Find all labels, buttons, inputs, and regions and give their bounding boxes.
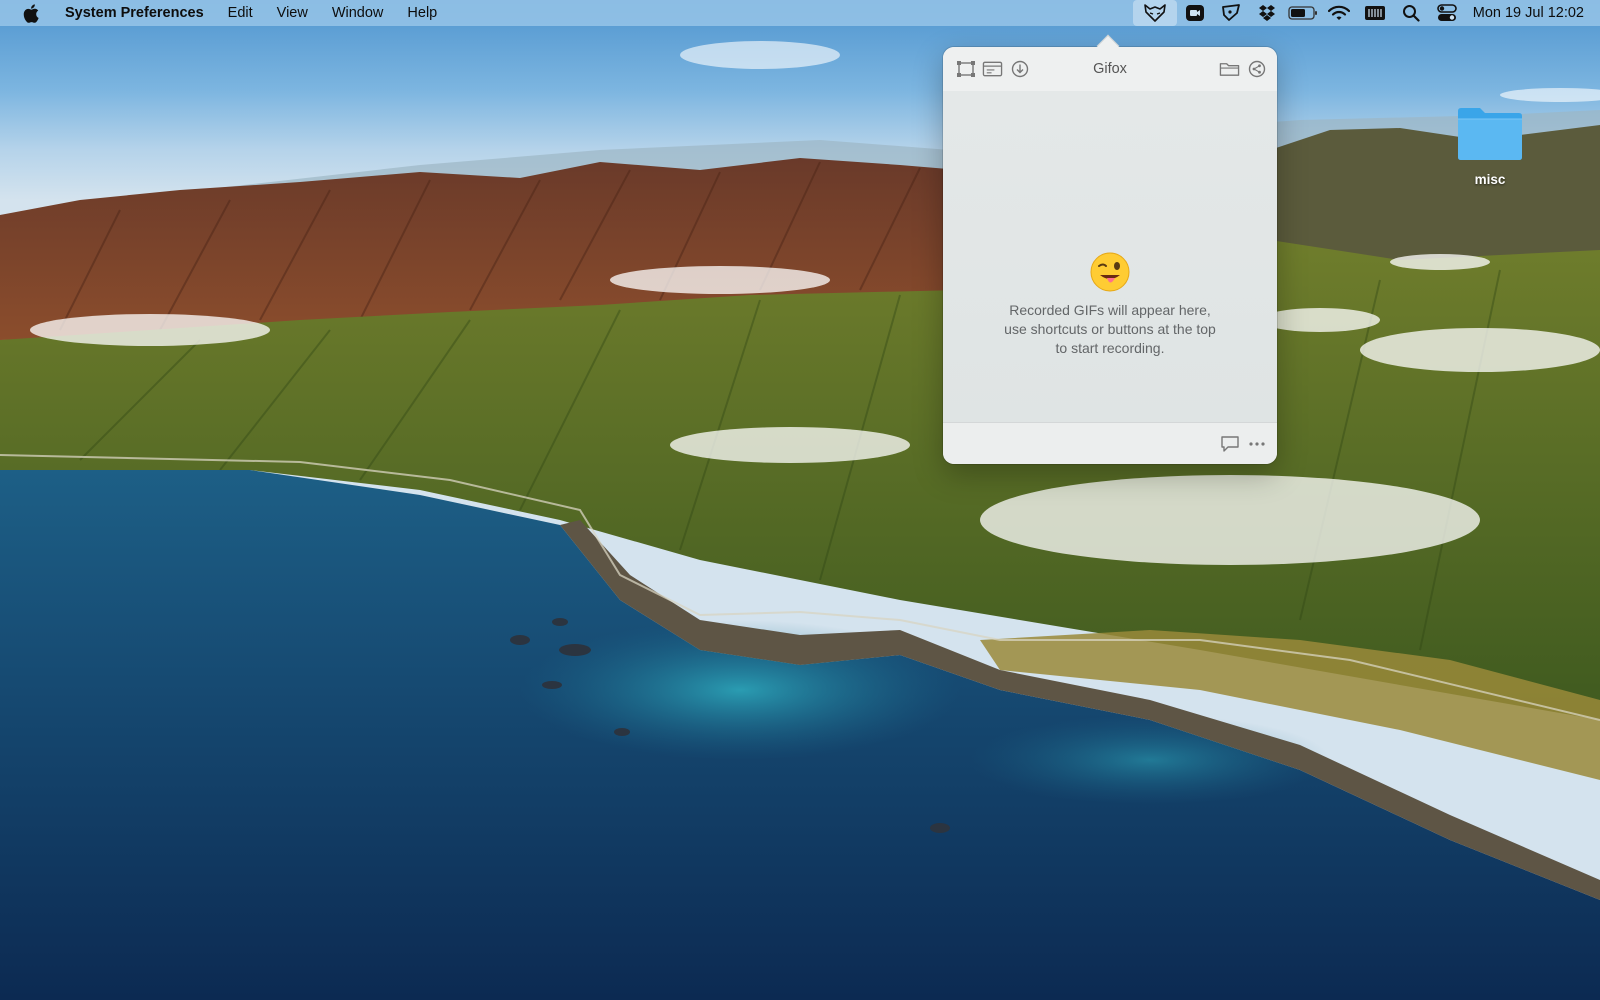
folder-icon: [1458, 108, 1522, 160]
menu-bar: System Preferences Edit View Window Help: [0, 0, 1600, 26]
menubar-clock[interactable]: Mon 19 Jul 12:02: [1465, 5, 1600, 21]
wifi-icon[interactable]: [1321, 0, 1357, 26]
folder-label: misc: [1474, 172, 1506, 187]
menu-view[interactable]: View: [265, 0, 320, 26]
gifox-recordings-list: Recorded GIFs will appear here, use shor…: [943, 91, 1277, 422]
battery-icon[interactable]: [1285, 0, 1321, 26]
menu-app-name[interactable]: System Preferences: [57, 0, 216, 26]
empty-state-message: Recorded GIFs will appear here, use shor…: [1004, 302, 1216, 356]
gifox-footer: [943, 422, 1277, 464]
control-center-icon[interactable]: [1429, 0, 1465, 26]
winking-face-with-tongue-icon: [1090, 252, 1130, 292]
apple-logo-icon[interactable]: [21, 3, 41, 23]
menu-help[interactable]: Help: [395, 0, 449, 26]
keyboard-icon[interactable]: [1357, 0, 1393, 26]
menu-window[interactable]: Window: [320, 0, 396, 26]
desktop-wallpaper: [0, 0, 1600, 1000]
record-window-icon[interactable]: [982, 59, 1003, 80]
feedback-icon[interactable]: [1219, 433, 1240, 454]
status-area: Mon 19 Jul 12:02: [1132, 0, 1600, 26]
folder-icon[interactable]: [1219, 59, 1240, 80]
share-icon[interactable]: [1246, 59, 1267, 80]
more-icon[interactable]: [1246, 433, 1267, 454]
desktop-folder-misc[interactable]: misc: [1452, 105, 1528, 187]
search-icon[interactable]: [1393, 0, 1429, 26]
gifox-icon[interactable]: [1132, 0, 1177, 26]
download-icon[interactable]: [1009, 59, 1030, 80]
record-area-icon[interactable]: [955, 59, 976, 80]
dropbox-icon[interactable]: [1249, 0, 1285, 26]
pen-tool-icon[interactable]: [1213, 0, 1249, 26]
video-camera-icon[interactable]: [1177, 0, 1213, 26]
gifox-popover: Gifox Recorded GIFs will appear here, us…: [943, 47, 1277, 464]
menu-edit[interactable]: Edit: [216, 0, 265, 26]
wallpaper-landscape: [0, 41, 1600, 1000]
